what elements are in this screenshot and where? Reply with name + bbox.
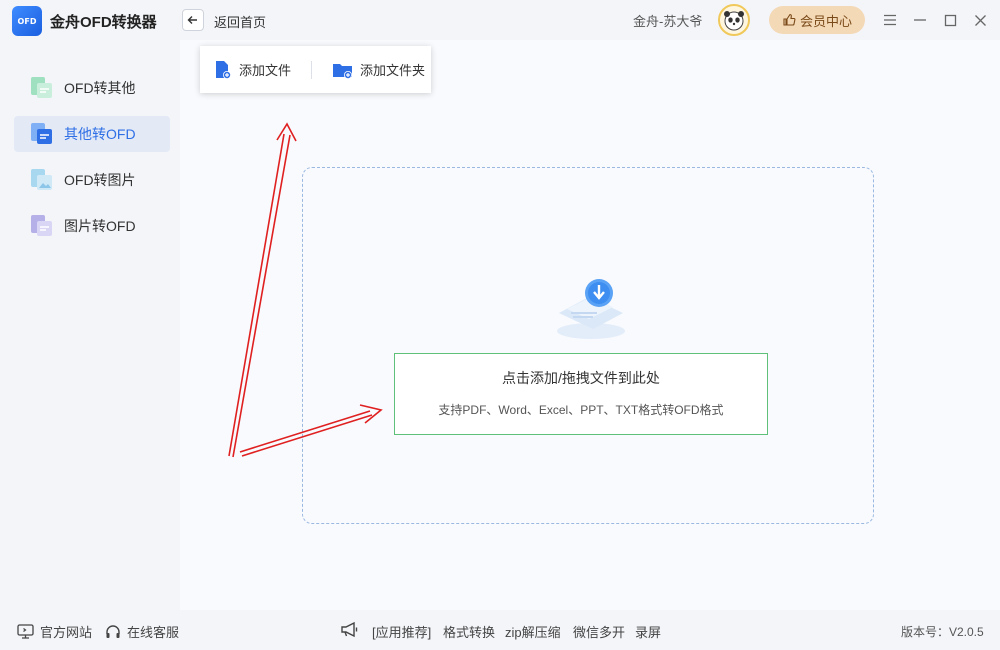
back-home-link[interactable]: 返回首页 bbox=[214, 12, 266, 31]
back-button[interactable] bbox=[182, 9, 204, 31]
add-folder-icon bbox=[333, 63, 353, 79]
close-icon bbox=[974, 14, 986, 26]
sidebar-item-label: 图片转OFD bbox=[64, 218, 136, 234]
drop-title: 点击添加/拖拽文件到此处 bbox=[502, 370, 660, 386]
official-website-label: 官方网站 bbox=[40, 625, 93, 640]
headset-icon bbox=[106, 624, 120, 638]
title-bar: OFD 金舟OFD转换器 返回首页 金舟-苏大爷 会员中心 bbox=[0, 0, 1000, 40]
maximize-button[interactable] bbox=[938, 8, 962, 32]
footer-link-wechat-multi[interactable]: 微信多开 bbox=[573, 622, 625, 641]
sidebar-item-other-to-ofd[interactable]: 其他转OFD bbox=[14, 116, 170, 152]
version-label: 版本号：V2.0.5 bbox=[901, 625, 984, 639]
footer-link-format-convert[interactable]: 格式转换 bbox=[443, 622, 495, 641]
main-panel: 添加文件 添加文件夹 点击添加/拖拽文件到此处 支持PDF、Word、Excel… bbox=[180, 40, 1000, 610]
panda-avatar-icon bbox=[724, 11, 744, 31]
other-to-ofd-icon bbox=[28, 121, 54, 147]
sidebar-item-ofd-to-image[interactable]: OFD转图片 bbox=[14, 162, 170, 198]
official-website-link[interactable]: 官方网站 bbox=[17, 622, 92, 641]
close-button[interactable] bbox=[968, 8, 992, 32]
thumbs-up-icon bbox=[783, 13, 796, 26]
upload-illustration-icon bbox=[557, 279, 625, 339]
sidebar-item-label: 其他转OFD bbox=[64, 126, 136, 142]
app-logo: OFD bbox=[12, 6, 42, 36]
website-icon bbox=[17, 624, 34, 639]
app-recommend-label: [应用推荐] bbox=[372, 625, 432, 640]
sidebar: OFD转其他 其他转OFD OFD转图片 图片转OFD bbox=[0, 40, 180, 610]
menu-icon bbox=[884, 14, 896, 26]
add-file-button[interactable]: 添加文件 bbox=[213, 60, 291, 80]
ofd-to-image-icon bbox=[28, 167, 54, 193]
megaphone-icon bbox=[341, 621, 358, 638]
footer-link-zip[interactable]: zip解压缩 bbox=[505, 622, 561, 641]
app-title: 金舟OFD转换器 bbox=[50, 14, 157, 31]
add-file-icon bbox=[216, 60, 231, 79]
sidebar-item-image-to-ofd[interactable]: 图片转OFD bbox=[14, 208, 170, 244]
avatar[interactable] bbox=[718, 4, 750, 36]
sidebar-item-label: OFD转图片 bbox=[64, 172, 136, 188]
minimize-button[interactable] bbox=[908, 8, 932, 32]
vip-center-label: 会员中心 bbox=[799, 13, 852, 29]
minimize-icon bbox=[914, 19, 926, 21]
drop-hint: 支持PDF、Word、Excel、PPT、TXT格式转OFD格式 bbox=[438, 403, 724, 417]
sidebar-item-ofd-to-other[interactable]: OFD转其他 bbox=[14, 70, 170, 106]
add-folder-label: 添加文件夹 bbox=[360, 63, 426, 78]
vip-center-button[interactable]: 会员中心 bbox=[769, 6, 865, 34]
sidebar-item-label: OFD转其他 bbox=[64, 80, 136, 96]
add-file-label: 添加文件 bbox=[239, 63, 292, 78]
ofd-to-other-icon bbox=[28, 75, 54, 101]
online-support-label: 在线客服 bbox=[127, 625, 180, 640]
image-to-ofd-icon bbox=[28, 213, 54, 239]
toolbar-divider bbox=[311, 60, 313, 79]
online-support-link[interactable]: 在线客服 bbox=[105, 622, 179, 641]
arrow-left-icon bbox=[187, 16, 197, 24]
drop-box[interactable]: 点击添加/拖拽文件到此处 支持PDF、Word、Excel、PPT、TXT格式转… bbox=[394, 353, 768, 435]
menu-button[interactable] bbox=[878, 8, 902, 32]
footer-link-screen-record[interactable]: 录屏 bbox=[635, 622, 661, 641]
username: 金舟-苏大爷 bbox=[633, 14, 703, 29]
footer: 官方网站 在线客服 [应用推荐] 格式转换 zip解压缩 微信多开 录屏 版本号… bbox=[0, 610, 1000, 650]
toolbar: 添加文件 添加文件夹 bbox=[200, 46, 431, 93]
maximize-icon bbox=[944, 14, 956, 26]
drop-zone[interactable] bbox=[302, 167, 874, 524]
add-folder-button[interactable]: 添加文件夹 bbox=[332, 60, 425, 80]
app-logo-text: OFD bbox=[17, 16, 37, 26]
